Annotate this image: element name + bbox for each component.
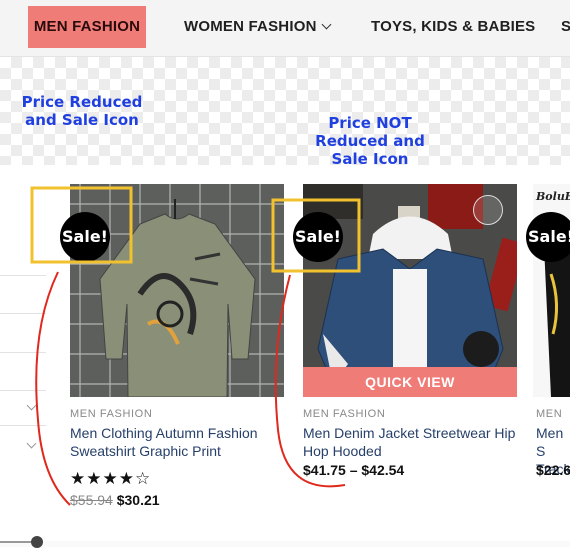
star-empty-icon: ☆ [135, 469, 152, 488]
product-price: $55.94 $30.21 [70, 492, 160, 508]
star-filled-icon: ★ [70, 469, 87, 488]
highlight-box [271, 198, 361, 273]
product-price-range: $41.75 – $42.54 [303, 462, 405, 478]
slider-handle[interactable] [31, 536, 43, 548]
sale-price: $30.21 [116, 492, 160, 508]
product-category[interactable]: MEN FASHION [70, 408, 152, 420]
product-price: $22.6 [536, 462, 570, 478]
product-category[interactable]: MEN [536, 408, 562, 420]
product-title[interactable]: Men Clothing Autumn Fashion Sweatshirt G… [70, 424, 275, 460]
highlight-box [30, 186, 133, 264]
product-category[interactable]: MEN FASHION [303, 408, 385, 420]
star-filled-icon: ★ [86, 469, 103, 488]
star-rating: ★★★★☆ [70, 469, 151, 489]
star-filled-icon: ★ [118, 469, 135, 488]
product-title[interactable]: Men Denim Jacket Streetwear Hip Hop Hood… [303, 424, 523, 460]
annotation-overlay [30, 186, 361, 506]
annotation-arrow [35, 271, 71, 506]
old-price: $55.94 [70, 492, 113, 508]
star-filled-icon: ★ [102, 469, 119, 488]
bottom-bar [0, 541, 570, 547]
